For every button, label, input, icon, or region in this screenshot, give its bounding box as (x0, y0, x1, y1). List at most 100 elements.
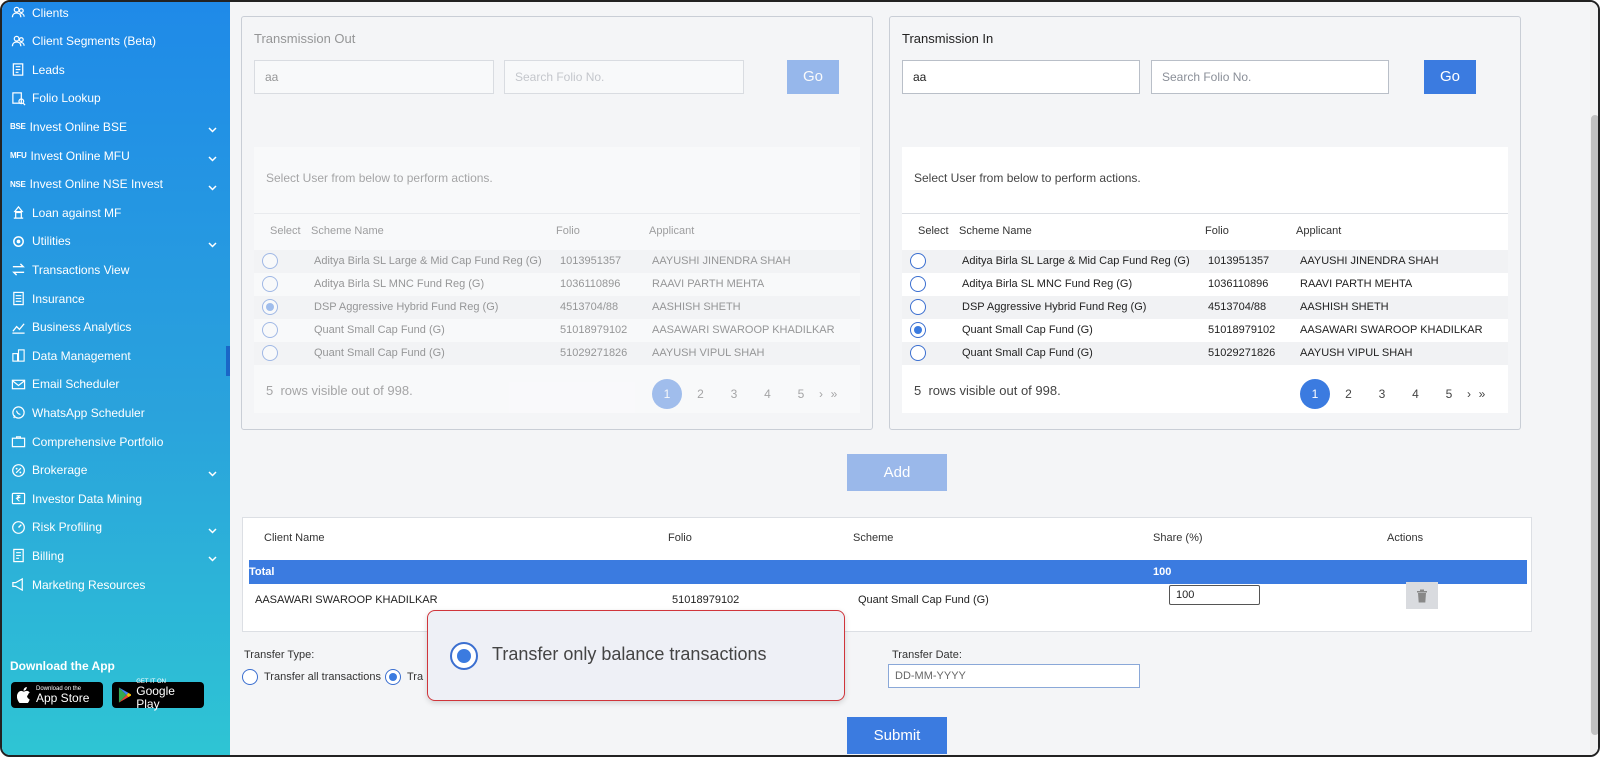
sidebar-item-invest-online-bse[interactable]: BSE Invest Online BSE (2, 112, 230, 141)
sidebar-item-whatsapp-scheduler[interactable]: WhatsApp Scheduler (2, 398, 230, 427)
share-input[interactable]: 100 (1169, 585, 1260, 605)
row-applicant: RAAVI PARTH MEHTA (1300, 278, 1413, 290)
sidebar-item-utilities[interactable]: Utilities (2, 227, 230, 256)
sidebar-item-email-scheduler[interactable]: Email Scheduler (2, 370, 230, 399)
row-scheme: Aditya Birla SL Large & Mid Cap Fund Reg… (314, 255, 542, 267)
chevron-down-icon[interactable] (208, 122, 217, 133)
chevron-down-icon[interactable] (208, 180, 217, 191)
rows-visible-count: 5 (914, 383, 922, 398)
table-row[interactable]: DSP Aggressive Hybrid Fund Reg (G) 451370… (902, 296, 1508, 319)
chevron-down-icon[interactable] (208, 466, 217, 477)
radio-all[interactable] (242, 669, 258, 685)
row-select-radio[interactable] (910, 276, 926, 292)
row-select-radio[interactable] (910, 345, 926, 361)
table-row[interactable]: Quant Small Cap Fund (G) 51029271826 AAYUS… (254, 342, 860, 365)
page-4-button[interactable]: 4 (753, 379, 783, 409)
row-select-radio[interactable] (262, 276, 278, 292)
row-select-radio[interactable] (262, 253, 278, 269)
transmission-out-go-button[interactable]: Go (787, 60, 839, 94)
balance-radio-zoomed[interactable] (450, 642, 478, 670)
last-page-button[interactable]: » (1475, 379, 1489, 409)
table-row[interactable]: DSP Aggressive Hybrid Fund Reg (G) 451370… (254, 296, 860, 319)
page-3-button[interactable]: 3 (719, 379, 749, 409)
row-select-radio[interactable] (262, 322, 278, 338)
sidebar-item-investor-data-mining[interactable]: Investor Data Mining (2, 484, 230, 513)
delete-button[interactable] (1406, 582, 1438, 609)
row-applicant: AASHISH SHETH (1300, 301, 1389, 313)
transmission-in-folio-input[interactable]: Search Folio No. (1151, 60, 1389, 94)
transfer-arrows-icon (10, 262, 26, 278)
table-row[interactable]: Aditya Birla SL MNC Fund Reg (G) 10361108… (254, 273, 860, 296)
scrollbar-thumb[interactable] (1591, 115, 1598, 735)
row-scheme: Quant Small Cap Fund (G) (962, 324, 1093, 336)
table-row[interactable]: Aditya Birla SL Large & Mid Cap Fund Reg… (902, 250, 1508, 273)
transfer-balance-radio[interactable]: Tra (385, 669, 423, 685)
sidebar-item-risk-profiling[interactable]: Risk Profiling (2, 513, 230, 542)
next-page-button[interactable]: › (1462, 379, 1476, 409)
transmission-in-go-button[interactable]: Go (1424, 60, 1476, 94)
sidebar-item-comprehensive-portfolio[interactable]: Comprehensive Portfolio (2, 427, 230, 456)
app-store-button[interactable]: Download on the App Store (11, 682, 103, 708)
table-row[interactable]: Quant Small Cap Fund (G) 51029271826 AAYUS… (902, 342, 1508, 365)
sidebar-item-data-management[interactable]: Data Management (2, 341, 230, 370)
billing-icon (10, 548, 26, 564)
sidebar-item-insurance[interactable]: Insurance (2, 284, 230, 313)
page-3-button[interactable]: 3 (1367, 379, 1397, 409)
row-select-radio[interactable] (910, 322, 926, 338)
page-4-button[interactable]: 4 (1401, 379, 1431, 409)
row-scheme: Aditya Birla SL Large & Mid Cap Fund Reg… (962, 255, 1190, 267)
transmission-out-search-input[interactable]: aa (254, 60, 494, 94)
sidebar-item-label: Utilities (32, 234, 71, 249)
chevron-down-icon[interactable] (208, 151, 217, 162)
sidebar-item-client-segments-beta[interactable]: Client Segments (Beta) (2, 27, 230, 56)
transfer-all-radio[interactable]: Transfer all transactions (242, 669, 381, 685)
table-row[interactable]: Quant Small Cap Fund (G) 51018979102 AASAW… (254, 319, 860, 342)
sidebar-item-invest-online-mfu[interactable]: MFU Invest Online MFU (2, 141, 230, 170)
row-select-radio[interactable] (262, 345, 278, 361)
transmission-out-folio-input[interactable]: Search Folio No. (504, 60, 744, 94)
sidebar-item-leads[interactable]: Leads (2, 55, 230, 84)
sidebar-item-invest-online-nse-invest[interactable]: NSE Invest Online NSE Invest (2, 170, 230, 199)
transmission-in-search-input[interactable]: aa (902, 60, 1140, 94)
sidebar-item-marketing-resources[interactable]: Marketing Resources (2, 570, 230, 599)
chevron-down-icon[interactable] (208, 237, 217, 248)
bse-icon: BSE (10, 122, 26, 132)
table-row[interactable]: Quant Small Cap Fund (G) 51018979102 AASAW… (902, 319, 1508, 342)
submit-button[interactable]: Submit (847, 717, 947, 754)
add-button[interactable]: Add (847, 454, 947, 491)
row-select-radio[interactable] (910, 253, 926, 269)
radio-balance[interactable] (385, 669, 401, 685)
notepad-icon (10, 62, 26, 78)
row-scheme: Quant Small Cap Fund (G) (858, 594, 989, 606)
last-page-button[interactable]: » (827, 379, 841, 409)
table-row[interactable]: Aditya Birla SL MNC Fund Reg (G) 10361108… (902, 273, 1508, 296)
sidebar-item-billing[interactable]: Billing (2, 541, 230, 570)
page-2-button[interactable]: 2 (1334, 379, 1364, 409)
col-applicant: Applicant (1296, 225, 1342, 237)
col-applicant: Applicant (649, 225, 695, 237)
next-page-button[interactable]: › (814, 379, 828, 409)
sidebar-item-business-analytics[interactable]: Business Analytics (2, 313, 230, 342)
col-select: Select (270, 225, 301, 237)
row-folio: 51029271826 (1208, 347, 1276, 359)
sidebar-item-clients[interactable]: Clients (2, 2, 230, 27)
chevron-down-icon[interactable] (208, 551, 217, 562)
page-1-button[interactable]: 1 (652, 379, 682, 409)
row-select-radio[interactable] (262, 299, 278, 315)
gauge-icon (10, 519, 26, 535)
table-row[interactable]: Aditya Birla SL Large & Mid Cap Fund Reg… (254, 250, 860, 273)
col-scheme: Scheme (853, 532, 894, 544)
page-1-button[interactable]: 1 (1300, 379, 1330, 409)
sidebar-item-loan-against-mf[interactable]: Loan against MF (2, 198, 230, 227)
sidebar-item-transactions-view[interactable]: Transactions View (2, 255, 230, 284)
transfer-date-input[interactable]: DD-MM-YYYY (888, 664, 1140, 688)
google-play-button[interactable]: GET IT ON Google Play (112, 679, 204, 711)
sidebar-item-folio-lookup[interactable]: Folio Lookup (2, 84, 230, 113)
page-5-button[interactable]: 5 (1434, 379, 1464, 409)
page-5-button[interactable]: 5 (786, 379, 816, 409)
page-2-button[interactable]: 2 (686, 379, 716, 409)
mfu-icon: MFU (10, 151, 27, 160)
sidebar-item-brokerage[interactable]: Brokerage (2, 456, 230, 485)
row-select-radio[interactable] (910, 299, 926, 315)
chevron-down-icon[interactable] (208, 523, 217, 534)
